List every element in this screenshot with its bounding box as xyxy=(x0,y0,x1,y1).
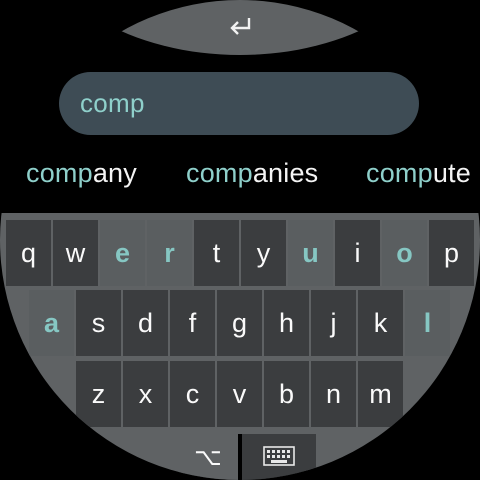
suggestion-match: comp xyxy=(26,158,93,188)
key-p[interactable]: p xyxy=(429,220,474,286)
suggestion-2[interactable]: companies xyxy=(186,158,318,189)
suggestion-3[interactable]: compute xyxy=(366,158,471,189)
key-g[interactable]: g xyxy=(217,290,262,356)
suggestion-1[interactable]: company xyxy=(26,158,137,189)
key-w[interactable]: w xyxy=(53,220,98,286)
key-v[interactable]: v xyxy=(217,361,262,427)
key-i[interactable]: i xyxy=(335,220,380,286)
key-h[interactable]: h xyxy=(264,290,309,356)
suggestion-match: comp xyxy=(186,158,253,188)
key-y[interactable]: y xyxy=(241,220,286,286)
key-c[interactable]: c xyxy=(170,361,215,427)
key-e[interactable]: e xyxy=(100,220,145,286)
enter-return-icon[interactable] xyxy=(224,14,256,40)
key-d[interactable]: d xyxy=(123,290,168,356)
key-x[interactable]: x xyxy=(123,361,168,427)
key-s[interactable]: s xyxy=(76,290,121,356)
suggestion-match: comp xyxy=(366,158,433,188)
watch-screen: comp company companies compute qwertyuio… xyxy=(0,0,480,480)
key-k[interactable]: k xyxy=(358,290,403,356)
suggestion-rest: anies xyxy=(252,158,319,188)
suggestion-rest: ute xyxy=(432,158,471,188)
text-input-field[interactable]: comp xyxy=(59,72,419,135)
key-f[interactable]: f xyxy=(170,290,215,356)
key-o[interactable]: o xyxy=(382,220,427,286)
key-u[interactable]: u xyxy=(288,220,333,286)
key-m[interactable]: m xyxy=(358,361,403,427)
keyboard-icon xyxy=(263,446,295,466)
text-input-value: comp xyxy=(80,88,145,118)
suggestion-rest: any xyxy=(92,158,137,188)
key-q[interactable]: q xyxy=(6,220,51,286)
key-r[interactable]: r xyxy=(147,220,192,286)
key-b[interactable]: b xyxy=(264,361,309,427)
alt-symbols-key[interactable]: ⌥ xyxy=(178,434,238,480)
key-n[interactable]: n xyxy=(311,361,356,427)
keyboard-switch-key[interactable] xyxy=(242,434,316,480)
key-z[interactable]: z xyxy=(76,361,121,427)
key-a[interactable]: a xyxy=(29,290,74,356)
key-j[interactable]: j xyxy=(311,290,356,356)
key-t[interactable]: t xyxy=(194,220,239,286)
key-l[interactable]: l xyxy=(405,290,450,356)
